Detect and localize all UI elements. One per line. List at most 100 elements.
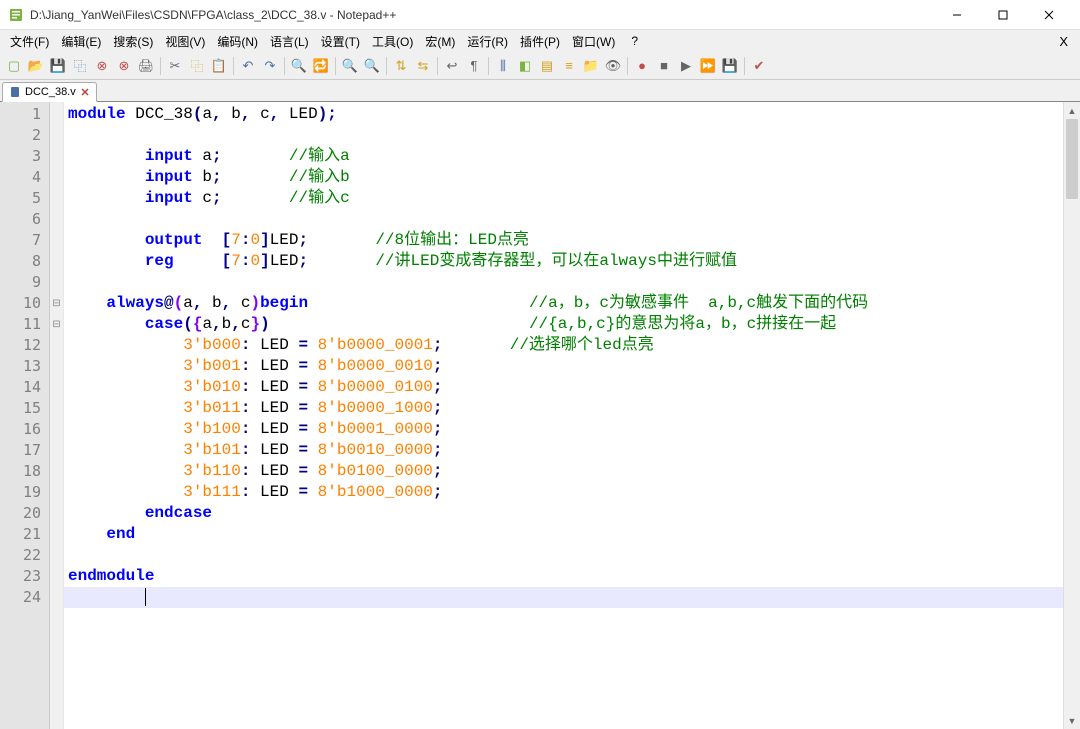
indent-guide-icon[interactable]: ⫼ <box>493 56 513 76</box>
code-line[interactable]: always@(a, b, c)begin //a，b，c为敏感事件 a,b,c… <box>64 293 1080 314</box>
code-area[interactable]: module DCC_38(a, b, c, LED); input a; //… <box>64 102 1080 729</box>
code-line[interactable]: end <box>64 524 1080 545</box>
code-line[interactable]: input b; //输入b <box>64 167 1080 188</box>
print-icon[interactable]: 🖨 <box>136 56 156 76</box>
code-line[interactable]: 3'b001: LED = 8'b0000_0010; <box>64 356 1080 377</box>
menu-item[interactable]: 搜索(S) <box>107 31 159 52</box>
menu-item[interactable]: 工具(O) <box>366 31 419 52</box>
sync-v-icon[interactable]: ⇅ <box>391 56 411 76</box>
code-line[interactable]: input a; //输入a <box>64 146 1080 167</box>
redo-icon[interactable]: ↷ <box>260 56 280 76</box>
line-number[interactable]: 6 <box>0 209 49 230</box>
paste-icon[interactable]: 📋 <box>209 56 229 76</box>
code-line[interactable] <box>64 272 1080 293</box>
code-line[interactable] <box>64 209 1080 230</box>
code-line[interactable]: 3'b111: LED = 8'b1000_0000; <box>64 482 1080 503</box>
menu-item[interactable]: 宏(M) <box>419 31 461 52</box>
replace-icon[interactable]: 🔁 <box>311 56 331 76</box>
play-icon[interactable]: ▶ <box>676 56 696 76</box>
folder-icon[interactable]: 📁 <box>581 56 601 76</box>
line-number-gutter[interactable]: 123456789101112131415161718192021222324 <box>0 102 50 729</box>
menu-item[interactable]: 编辑(E) <box>55 31 107 52</box>
code-line[interactable]: 3'b110: LED = 8'b0100_0000; <box>64 461 1080 482</box>
cut-icon[interactable]: ✂ <box>165 56 185 76</box>
line-number[interactable]: 14 <box>0 377 49 398</box>
code-line[interactable]: endcase <box>64 503 1080 524</box>
line-number[interactable]: 2 <box>0 125 49 146</box>
vertical-scrollbar[interactable]: ▲ ▼ <box>1063 102 1080 729</box>
code-line[interactable]: input c; //输入c <box>64 188 1080 209</box>
line-number[interactable]: 22 <box>0 545 49 566</box>
new-file-icon[interactable]: ▢ <box>4 56 24 76</box>
code-line[interactable]: 3'b101: LED = 8'b0010_0000; <box>64 440 1080 461</box>
editor[interactable]: 123456789101112131415161718192021222324 … <box>0 102 1080 729</box>
code-line[interactable]: 3'b010: LED = 8'b0000_0100; <box>64 377 1080 398</box>
code-line[interactable]: 3'b000: LED = 8'b0000_0001; //选择哪个led点亮 <box>64 335 1080 356</box>
menu-help[interactable]: ? <box>625 32 644 50</box>
func-list-icon[interactable]: ≡ <box>559 56 579 76</box>
spellcheck-icon[interactable]: ✔ <box>749 56 769 76</box>
scroll-thumb[interactable] <box>1066 119 1078 199</box>
find-icon[interactable]: 🔍 <box>289 56 309 76</box>
save-icon[interactable]: 💾 <box>48 56 68 76</box>
line-number[interactable]: 17 <box>0 440 49 461</box>
menu-item[interactable]: 运行(R) <box>461 31 514 52</box>
code-line[interactable] <box>64 545 1080 566</box>
line-number[interactable]: 19 <box>0 482 49 503</box>
zoom-in-icon[interactable]: 🔍 <box>340 56 360 76</box>
line-number[interactable]: 1 <box>0 104 49 125</box>
line-number[interactable]: 18 <box>0 461 49 482</box>
code-line[interactable]: case({a,b,c}) //{a,b,c}的意思为将a，b，c拼接在一起 <box>64 314 1080 335</box>
wrap-icon[interactable]: ↩ <box>442 56 462 76</box>
line-number[interactable]: 11 <box>0 314 49 335</box>
line-number[interactable]: 13 <box>0 356 49 377</box>
menu-item[interactable]: 插件(P) <box>514 31 566 52</box>
code-line[interactable] <box>64 587 1080 608</box>
line-number[interactable]: 23 <box>0 566 49 587</box>
menu-item[interactable]: 视图(V) <box>159 31 211 52</box>
fold-marker[interactable]: ⊟ <box>50 293 63 314</box>
record-icon[interactable]: ● <box>632 56 652 76</box>
lang-icon[interactable]: ◧ <box>515 56 535 76</box>
play-multi-icon[interactable]: ⏩ <box>698 56 718 76</box>
line-number[interactable]: 24 <box>0 587 49 608</box>
tab-file[interactable]: DCC_38.v <box>2 82 97 102</box>
open-icon[interactable]: 📂 <box>26 56 46 76</box>
minimize-button[interactable] <box>934 1 980 29</box>
menu-item[interactable]: 语言(L) <box>264 31 315 52</box>
code-line[interactable]: 3'b100: LED = 8'b0001_0000; <box>64 419 1080 440</box>
menu-item[interactable]: 设置(T) <box>315 31 366 52</box>
tab-close-icon[interactable] <box>80 87 90 97</box>
line-number[interactable]: 10 <box>0 293 49 314</box>
line-number[interactable]: 7 <box>0 230 49 251</box>
close-file-icon[interactable]: ⊗ <box>92 56 112 76</box>
line-number[interactable]: 20 <box>0 503 49 524</box>
show-all-icon[interactable]: ¶ <box>464 56 484 76</box>
menu-item[interactable]: 窗口(W) <box>566 31 621 52</box>
line-number[interactable]: 8 <box>0 251 49 272</box>
fold-column[interactable]: ⊟⊟ <box>50 102 64 729</box>
copy-icon[interactable]: ⿻ <box>187 56 207 76</box>
line-number[interactable]: 16 <box>0 419 49 440</box>
sync-h-icon[interactable]: ⇆ <box>413 56 433 76</box>
code-line[interactable] <box>64 125 1080 146</box>
scroll-down-icon[interactable]: ▼ <box>1064 712 1080 729</box>
line-number[interactable]: 9 <box>0 272 49 293</box>
menu-item[interactable]: 文件(F) <box>4 31 55 52</box>
undo-icon[interactable]: ↶ <box>238 56 258 76</box>
fold-marker[interactable]: ⊟ <box>50 314 63 335</box>
code-line[interactable]: output [7:0]LED; //8位输出：LED点亮 <box>64 230 1080 251</box>
line-number[interactable]: 5 <box>0 188 49 209</box>
stop-icon[interactable]: ■ <box>654 56 674 76</box>
code-line[interactable]: reg [7:0]LED; //讲LED变成寄存器型，可以在always中进行赋… <box>64 251 1080 272</box>
code-line[interactable]: 3'b011: LED = 8'b0000_1000; <box>64 398 1080 419</box>
maximize-button[interactable] <box>980 1 1026 29</box>
line-number[interactable]: 4 <box>0 167 49 188</box>
save-all-icon[interactable]: ⿻ <box>70 56 90 76</box>
close-button[interactable] <box>1026 1 1072 29</box>
line-number[interactable]: 15 <box>0 398 49 419</box>
close-all-icon[interactable]: ⊗ <box>114 56 134 76</box>
zoom-out-icon[interactable]: 🔍 <box>362 56 382 76</box>
scroll-up-icon[interactable]: ▲ <box>1064 102 1080 119</box>
doc-map-icon[interactable]: ▤ <box>537 56 557 76</box>
